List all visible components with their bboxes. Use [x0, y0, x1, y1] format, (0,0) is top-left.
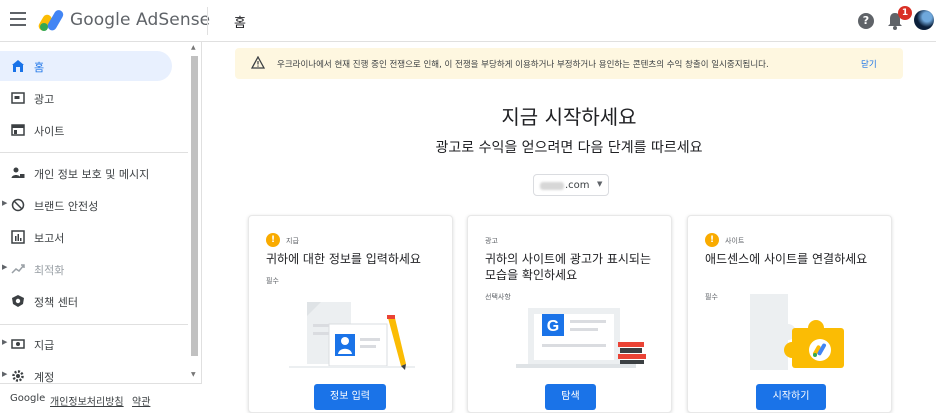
adsense-logo-icon — [38, 10, 64, 31]
ad-preview-illustration: G — [516, 308, 646, 368]
card-step-tag: 광고 — [485, 237, 498, 245]
reports-icon — [11, 230, 25, 244]
expand-chevron-icon[interactable]: ▶ — [2, 263, 7, 271]
expand-chevron-icon[interactable]: ▶ — [2, 199, 7, 207]
card-step-tag: 지급 — [286, 237, 299, 245]
help-icon[interactable]: ? — [858, 13, 874, 29]
header-divider — [207, 7, 208, 35]
banner-close-button[interactable]: 닫기 — [861, 58, 877, 70]
card-requirement: 필수 — [266, 277, 279, 285]
sidebar-item-label: 지급 — [34, 339, 55, 352]
sidebar-item-label: 최적화 — [34, 264, 65, 277]
getting-started-subhead: 광고로 수익을 얻으려면 다음 단계를 따르세요 — [435, 140, 703, 156]
expand-chevron-icon[interactable]: ▶ — [2, 370, 7, 378]
ads-icon — [11, 92, 25, 104]
sidebar-item-label: 사이트 — [34, 125, 65, 138]
sidebar-item-label: 정책 센터 — [34, 296, 78, 309]
step-card-sites: ! 사이트 애드센스에 사이트를 연결하세요 필수 시작하기 — [687, 215, 892, 413]
warning-circle-icon: ! — [266, 233, 280, 247]
privacy-messaging-icon — [11, 167, 25, 178]
explore-button[interactable]: 탐색 — [545, 384, 596, 410]
sidebar-item-home[interactable]: 홈 — [0, 51, 172, 81]
policy-center-icon — [12, 295, 24, 307]
enter-info-button[interactable]: 정보 입력 — [314, 384, 386, 410]
sidebar-item-privacy-messaging[interactable]: 개인 정보 보호 및 메시지 — [0, 158, 172, 188]
step-card-ads: 광고 귀하의 사이트에 광고가 표시되는 모습을 확인하세요 선택사항 G 탐색 — [467, 215, 672, 413]
account-avatar[interactable] — [914, 10, 934, 30]
payment-info-illustration — [289, 302, 415, 370]
scrollbar-thumb[interactable] — [191, 56, 198, 356]
card-step-tag: 사이트 — [725, 237, 745, 245]
optimization-icon — [11, 264, 25, 274]
get-started-button[interactable]: 시작하기 — [756, 384, 826, 410]
main-menu-button[interactable] — [10, 12, 26, 26]
nav-divider — [0, 152, 188, 153]
site-domain-text: .com — [565, 180, 590, 191]
brand-name: Google AdSense — [70, 10, 211, 30]
sidebar-item-label: 보고서 — [34, 232, 65, 245]
card-title: 귀하에 대한 정보를 입력하세요 — [266, 252, 421, 266]
getting-started-headline: 지금 시작하세요 — [501, 105, 637, 129]
scroll-down-arrow-icon[interactable]: ▼ — [191, 371, 196, 378]
sidebar-item-label: 홈 — [34, 61, 45, 74]
sidebar-item-optimization[interactable]: ▶ 최적화 — [0, 254, 172, 284]
connect-site-illustration — [750, 294, 844, 370]
privacy-policy-link[interactable]: 개인정보처리방침 — [50, 393, 124, 408]
dropdown-arrow-icon: ▼ — [597, 180, 603, 188]
svg-text:G: G — [547, 318, 559, 335]
warning-triangle-icon — [251, 56, 265, 69]
sidebar-nav: 홈 광고 사이트 개인 정보 보호 및 메시지 ▶ 브랜드 안전성 보고서 ▶ … — [0, 42, 202, 413]
top-app-bar: Google AdSense 홈 ? 1 — [0, 0, 936, 42]
sidebar-item-reports[interactable]: 보고서 — [0, 222, 172, 252]
expand-chevron-icon[interactable]: ▶ — [2, 338, 7, 346]
sites-icon — [11, 124, 25, 136]
scroll-up-arrow-icon[interactable]: ▲ — [191, 44, 196, 51]
sidebar-item-payments[interactable]: ▶ 지급 — [0, 329, 172, 359]
card-title: 애드센스에 사이트를 연결하세요 — [705, 252, 868, 266]
war-advisory-banner: 우크라이나에서 현재 진행 중인 전쟁으로 인해, 이 전쟁을 부당하게 이용하… — [235, 48, 903, 79]
sidebar-item-sites[interactable]: 사이트 — [0, 115, 172, 145]
nav-divider — [0, 324, 188, 325]
site-selector-dropdown[interactable]: .com ▼ — [533, 174, 609, 196]
sidebar-scrollbar[interactable]: ▲ ▼ — [189, 44, 200, 380]
sidebar-item-ads[interactable]: 광고 — [0, 83, 172, 113]
sidebar-item-label: 광고 — [34, 93, 55, 106]
sidebar-item-label: 개인 정보 보호 및 메시지 — [34, 168, 150, 181]
redacted-domain — [540, 182, 564, 190]
notification-count-badge: 1 — [898, 6, 912, 20]
account-gear-icon — [12, 370, 24, 382]
sidebar-item-policy-center[interactable]: 정책 센터 — [0, 286, 172, 316]
sidebar-item-brand-safety[interactable]: ▶ 브랜드 안전성 — [0, 190, 172, 220]
step-card-payments: ! 지급 귀하에 대한 정보를 입력하세요 필수 정보 입력 — [248, 215, 453, 413]
brand-safety-icon — [11, 198, 25, 212]
page-title: 홈 — [234, 16, 246, 31]
home-icon — [12, 60, 24, 72]
payments-icon — [11, 339, 25, 349]
footer-google-label: Google — [10, 393, 46, 404]
terms-link[interactable]: 약관 — [132, 393, 150, 408]
sidebar-footer: Google 개인정보처리방침 약관 — [0, 383, 202, 413]
banner-message: 우크라이나에서 현재 진행 중인 전쟁으로 인해, 이 전쟁을 부당하게 이용하… — [277, 60, 769, 70]
card-title: 귀하의 사이트에 광고가 표시되는 모습을 확인하세요 — [485, 252, 652, 282]
sidebar-item-label: 브랜드 안전성 — [34, 200, 99, 213]
warning-circle-icon: ! — [705, 233, 719, 247]
